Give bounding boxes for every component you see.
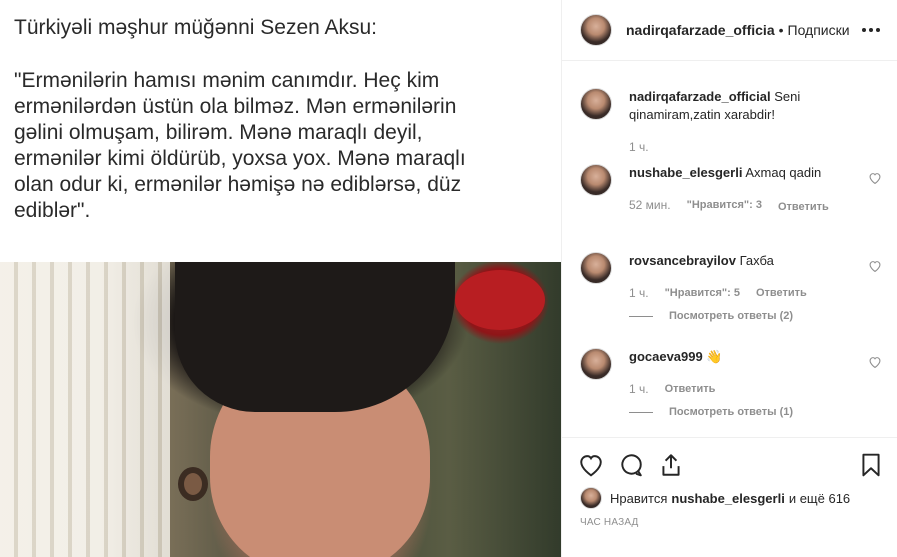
header-separator: • [778, 22, 784, 38]
post-sidebar: nadirqafarzade_officia • Подписки nadirq… [561, 0, 897, 557]
comment-text: Гахба [735, 253, 774, 268]
reply-button[interactable]: Ответить [756, 286, 807, 300]
comment-likes[interactable]: "Нравится": 3 [687, 198, 762, 214]
comment-username[interactable]: nushabe_elesgerli [629, 165, 742, 180]
comment-text: 👋 [702, 349, 723, 364]
view-replies-button[interactable]: Посмотреть ответы (2) [629, 310, 859, 322]
comment-text: Axmaq qadin [742, 165, 822, 180]
bookmark-icon[interactable] [858, 452, 884, 478]
author-avatar[interactable] [580, 14, 612, 46]
post-timestamp: час назад [580, 517, 639, 528]
view-replies-button[interactable]: Посмотреть ответы (1) [629, 406, 859, 418]
photo-flowers [455, 270, 545, 330]
caption-quote: "Ermənilərin hamısı mənim canımdır. Heç … [14, 69, 466, 222]
comment-time[interactable]: 1 ч. [629, 286, 649, 300]
comment-heart-icon[interactable] [868, 260, 882, 272]
reply-button[interactable]: Ответить [778, 200, 829, 214]
caption-title: Türkiyəli məşhur müğənni Sezen Aksu: [14, 16, 377, 39]
photo-hair [175, 262, 455, 412]
photo-fence [0, 262, 170, 557]
comment-likes[interactable]: "Нравится": 5 [665, 286, 740, 300]
comments-list[interactable]: nadirqafarzade_official Seni qinamiram,z… [562, 62, 897, 437]
comment-avatar[interactable] [580, 164, 612, 196]
more-dots-icon[interactable] [861, 28, 880, 32]
likes-prefix: Нравится [610, 490, 668, 506]
liker-username[interactable]: nushabe_elesgerli [671, 491, 784, 506]
author-username[interactable]: nadirqafarzade_officia [626, 22, 775, 38]
share-icon[interactable] [658, 452, 684, 478]
reply-button[interactable]: Ответить [665, 382, 716, 396]
heart-icon[interactable] [578, 452, 604, 478]
post-media: Türkiyəli məşhur müğənni Sezen Aksu: "Er… [0, 0, 561, 557]
comment-item: nadirqafarzade_official Seni qinamiram,z… [580, 88, 880, 154]
view-replies-label[interactable]: Посмотреть ответы (2) [669, 310, 793, 322]
liker-avatar[interactable] [580, 487, 602, 509]
post-photo [0, 262, 561, 557]
caption-card: Türkiyəli məşhur müğənni Sezen Aksu: "Er… [0, 0, 561, 262]
comment-username[interactable]: nadirqafarzade_official [629, 89, 771, 104]
comment-item: gocaeva999 👋 1 ч. Ответить Посмотреть от… [580, 348, 882, 418]
post-header: nadirqafarzade_officia • Подписки [562, 0, 897, 61]
comment-username[interactable]: rovsancebrayilov [629, 253, 736, 268]
comment-avatar[interactable] [580, 252, 612, 284]
photo-earring [178, 467, 208, 501]
view-replies-label[interactable]: Посмотреть ответы (1) [669, 406, 793, 418]
comment-avatar[interactable] [580, 348, 612, 380]
likes-count[interactable]: и ещё 616 [789, 491, 850, 506]
comment-heart-icon[interactable] [868, 172, 882, 184]
comment-time[interactable]: 1 ч. [629, 140, 649, 154]
following-button[interactable]: Подписки [788, 22, 850, 38]
comment-avatar[interactable] [580, 88, 612, 120]
comment-username[interactable]: gocaeva999 [629, 349, 703, 364]
comment-time[interactable]: 1 ч. [629, 382, 649, 396]
comment-item: rovsancebrayilov Гахба 1 ч. "Нравится": … [580, 252, 882, 322]
comment-time[interactable]: 52 мин. [629, 198, 671, 214]
comment-heart-icon[interactable] [868, 356, 882, 368]
comment-icon[interactable] [618, 452, 644, 478]
comment-item: nushabe_elesgerli Axmaq qadin 52 мин. "Н… [580, 164, 882, 214]
likes-line: Нравится nushabe_elesgerli и ещё 616 [580, 487, 850, 509]
